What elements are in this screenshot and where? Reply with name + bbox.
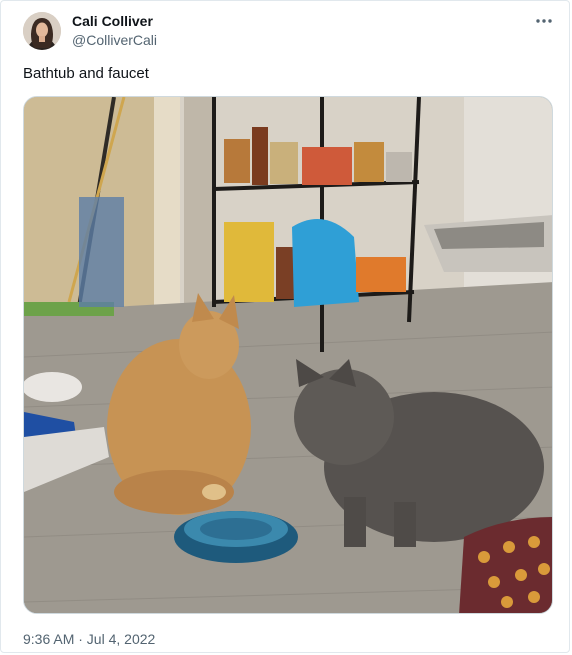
ellipsis-icon <box>536 19 552 23</box>
author-name[interactable]: Cali Colliver <box>72 13 153 29</box>
avatar[interactable] <box>23 12 61 50</box>
more-options-button[interactable] <box>529 11 559 31</box>
cats-photo-icon <box>24 97 552 613</box>
tweet-photo[interactable] <box>23 96 553 614</box>
tweet-timestamp[interactable]: 9:36 AM · Jul 4, 2022 <box>23 631 155 647</box>
tweet-card: Cali Colliver @ColliverCali Bathtub and … <box>0 0 570 653</box>
profile-photo-icon <box>23 12 61 50</box>
author-handle[interactable]: @ColliverCali <box>72 32 157 48</box>
tweet-text: Bathtub and faucet <box>23 65 149 82</box>
